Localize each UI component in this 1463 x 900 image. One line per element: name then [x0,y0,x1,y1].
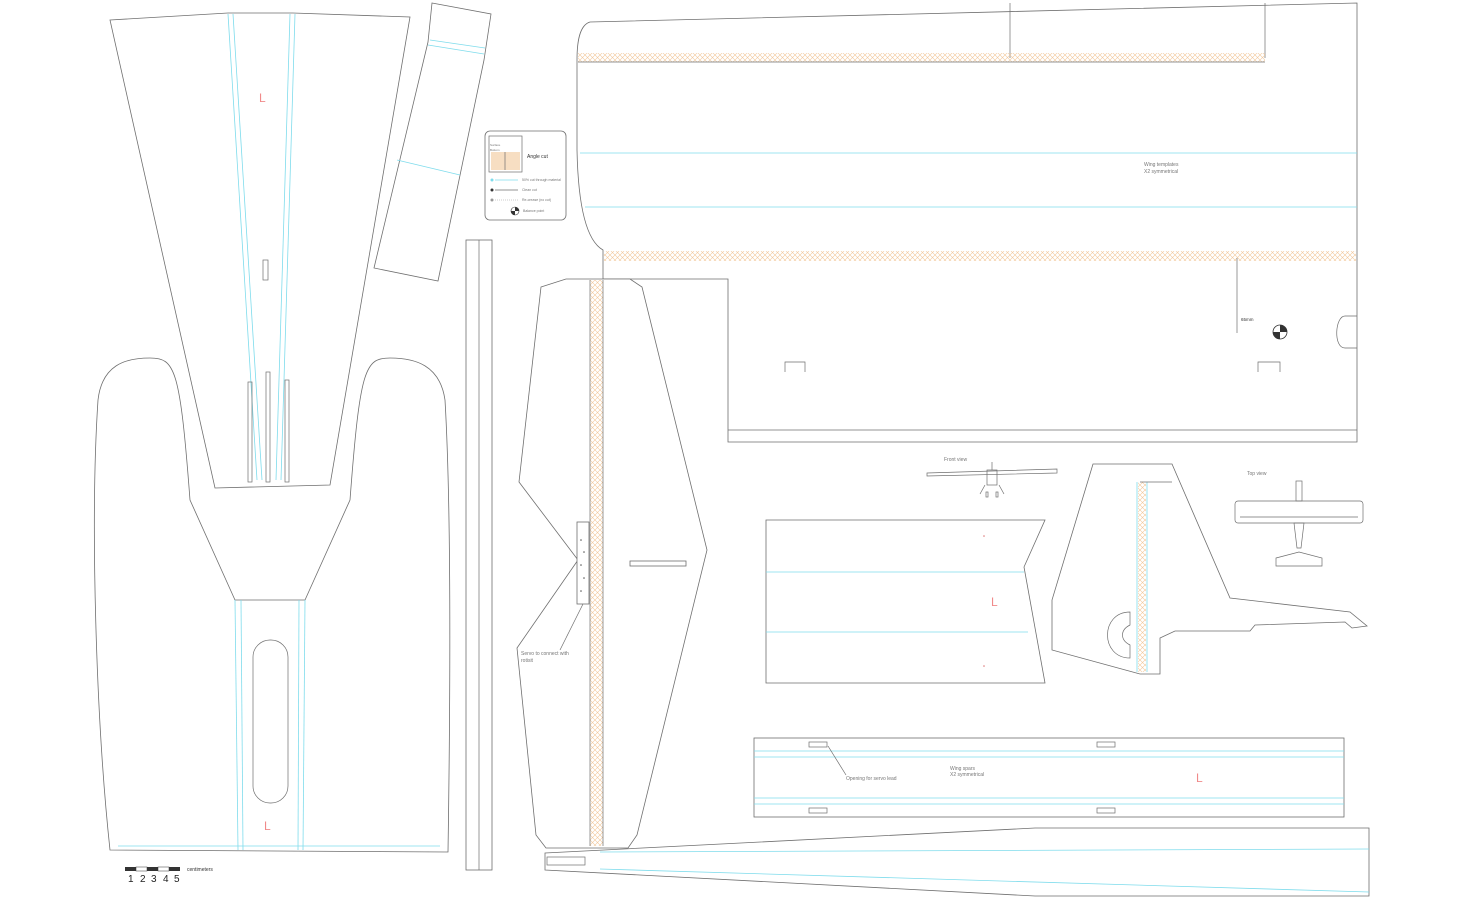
servo-note: Servo to connect with [521,651,569,657]
wing-spars-sublabel: X2 symmetrical [950,772,984,778]
part-mark-l: L [259,91,266,105]
vertical-fin-part [1051,463,1368,675]
cut-line-icon [490,188,494,192]
legend-box: Surface Bottom Angle cut 50% cut through… [484,130,567,221]
wing-template-part: Wing templates X2 symmetrical 65mm [576,2,1358,443]
wing-templates-sublabel: X2 symmetrical [1144,169,1178,175]
scale-tick-3: 3 [151,874,157,885]
part-mark-l: L [1196,771,1203,785]
scale-tick-5: 5 [174,874,180,885]
servo-opening-label: Opening for servo lead [846,776,897,782]
legend-swatch-top: Surface [490,143,501,147]
balance-point-icon [1272,324,1288,340]
front-view-drawing: Front view [926,457,1058,498]
legend-swatch-bottom: Bottom [490,148,500,152]
balance-point-icon [510,206,520,216]
balance-point-label: 65mm [1241,317,1254,322]
score-line-icon [490,198,494,202]
wing-spars-part: Opening for servo lead Wing spars X2 sym… [753,737,1345,818]
elevator-panel-part: L [765,519,1046,684]
legend-item-cut: Clean cut [522,188,537,192]
scale-bar: 1 2 3 4 5 centimeters [125,866,213,885]
horizontal-stabilizer-part: Servo to connect with rotisit [516,278,708,849]
top-view-label: Top view [1247,471,1267,477]
front-view-label: Front view [944,457,967,463]
legend-title: Angle cut [527,154,548,160]
top-view-drawing: Top view [1234,471,1364,567]
scale-tick-4: 4 [163,874,169,885]
stick-spar-vertical [465,239,493,871]
scale-unit: centimeters [187,867,213,873]
servo-note-line2: rotisit [521,658,534,664]
part-mark-l: L [264,819,271,833]
tapered-boom-strip [544,827,1370,897]
fold-line-icon [490,178,494,182]
scale-tick-2: 2 [140,874,146,885]
scale-tick-1: 1 [128,874,134,885]
wing-templates-label: Wing templates [1144,162,1179,168]
legend-item-balance: Balance point [523,209,544,213]
part-mark-l: L [991,595,998,609]
plan-sheet: L L Surface Bottom Angle cut 50% cut thr… [94,2,1370,897]
legend-item-fold: 50% cut through material [522,178,561,182]
legend-item-score: Re-crease (no cut) [522,198,551,202]
